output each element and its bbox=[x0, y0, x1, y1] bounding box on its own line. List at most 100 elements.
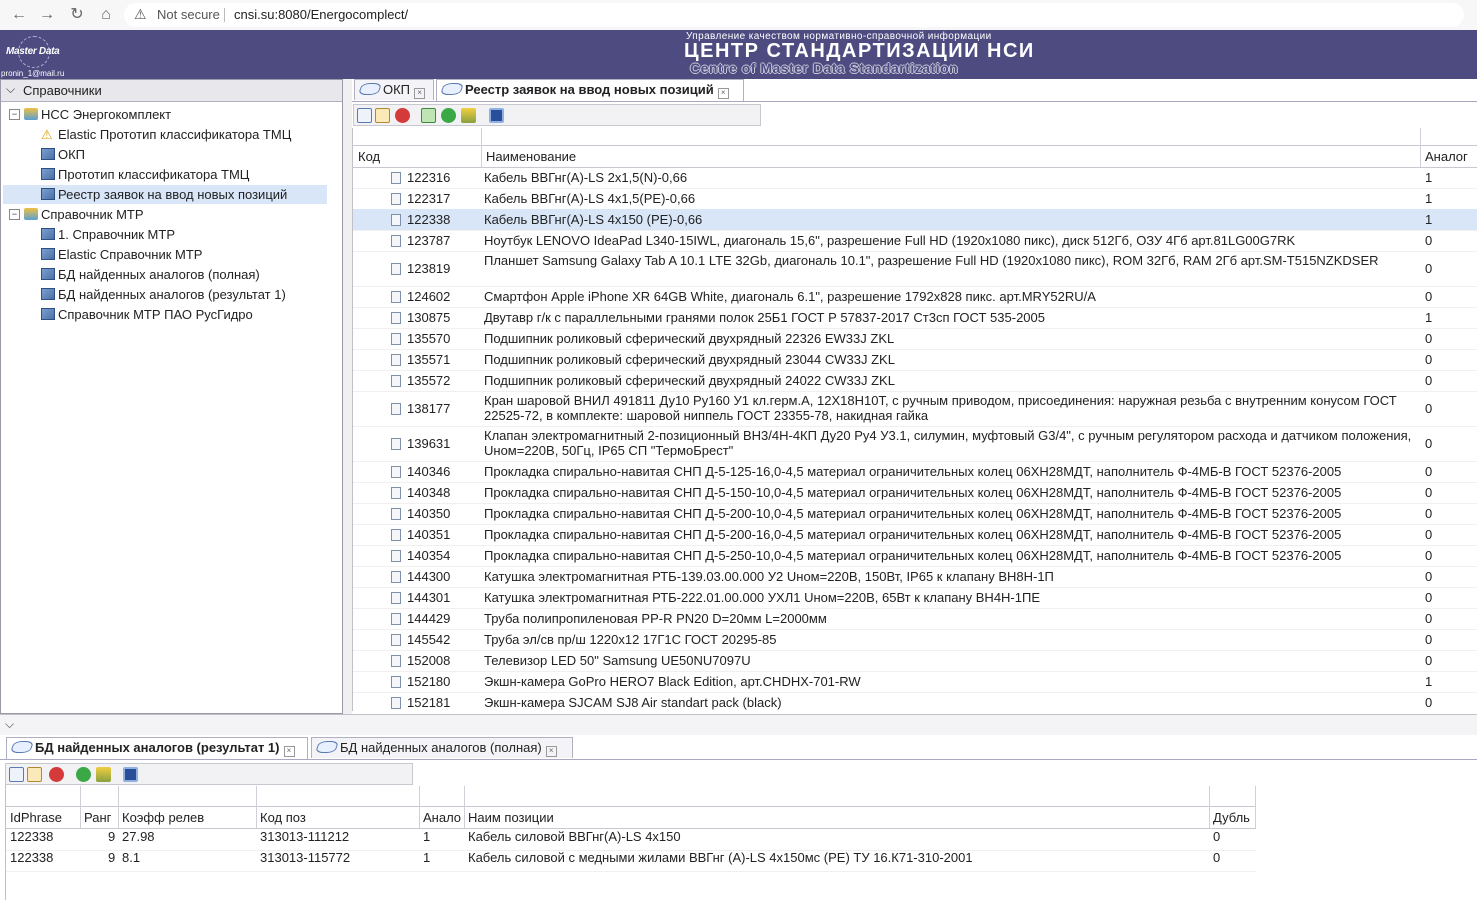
column-header-name[interactable]: Наименование bbox=[486, 149, 576, 164]
column-divider[interactable] bbox=[1420, 128, 1421, 167]
filter-icon[interactable] bbox=[96, 767, 111, 782]
table-row[interactable]: 135572 Подшипник роликовый сферический дв… bbox=[353, 370, 1477, 392]
tree-node-analogs-full[interactable]: БД найденных аналогов (полная) bbox=[41, 265, 260, 284]
export-icon[interactable] bbox=[421, 108, 436, 123]
column-divider[interactable] bbox=[118, 786, 119, 828]
table-row[interactable]: 123787 Ноутбук LENOVO IdeaPad L340-15IWL,… bbox=[353, 230, 1477, 252]
collapse-toggle-icon[interactable]: − bbox=[9, 109, 20, 120]
table-row[interactable]: 122338 9 27.98 313013-111212 1 Кабель си… bbox=[6, 829, 1256, 851]
tree-node-prototype[interactable]: Прототип классификатора ТМЦ bbox=[41, 165, 249, 184]
column-divider[interactable] bbox=[256, 786, 257, 828]
table-row[interactable]: 124602 Смартфон Apple iPhone XR 64GB Whit… bbox=[353, 286, 1477, 308]
column-divider[interactable] bbox=[464, 786, 465, 828]
add-record-icon[interactable] bbox=[357, 108, 372, 123]
table-row[interactable]: 123819 Планшет Samsung Galaxy Tab A 10.1 … bbox=[353, 251, 1477, 287]
vertical-splitter[interactable] bbox=[343, 79, 352, 714]
cell-code: 145542 bbox=[407, 632, 451, 647]
table-row[interactable]: 122338 9 8.1 313013-115772 1 Кабель сило… bbox=[6, 850, 1256, 872]
cell-name: Подшипник роликовый сферический двухрядн… bbox=[484, 331, 895, 346]
tab-analogs-result[interactable]: БД найденных аналогов (результат 1) × bbox=[6, 737, 308, 759]
edit-record-icon[interactable] bbox=[375, 108, 390, 123]
delete-record-icon[interactable] bbox=[49, 767, 64, 782]
table-row[interactable]: 139631 Клапан электромагнитный 2-позицион… bbox=[353, 426, 1477, 462]
column-divider[interactable] bbox=[1209, 786, 1210, 828]
table-row[interactable]: 152181 Экшн-камера SJCAM SJ8 Air standart… bbox=[353, 692, 1477, 711]
tree-node-elastic-prototype[interactable]: ⚠ Elastic Прототип классификатора ТМЦ bbox=[41, 125, 291, 144]
table-row[interactable]: 144429 Труба полипропиленовая PP-R PN20 D… bbox=[353, 608, 1477, 630]
table-row[interactable]: 122316 Кабель ВВГнг(А)-LS 2x1,5(N)-0,66 1 bbox=[353, 167, 1477, 189]
tab-label: БД найденных аналогов (полная) bbox=[340, 740, 542, 755]
collapse-toggle-icon[interactable]: − bbox=[9, 209, 20, 220]
tree-node-elastic-mtr[interactable]: Elastic Справочник МТР bbox=[41, 245, 202, 264]
table-row[interactable]: 122338 Кабель ВВГнг(А)-LS 4x150 (PE)-0,66… bbox=[353, 209, 1477, 231]
table-row[interactable]: 140346 Прокладка спирально-навитая СНП Д-… bbox=[353, 461, 1477, 483]
edit-record-icon[interactable] bbox=[27, 767, 42, 782]
tree-node-registry[interactable]: Реестр заявок на ввод новых позиций bbox=[3, 185, 327, 204]
close-icon[interactable]: × bbox=[717, 88, 729, 99]
table-icon bbox=[41, 228, 55, 240]
column-header-code[interactable]: Код поз bbox=[260, 810, 306, 825]
cell-name: Экшн-камера SJCAM SJ8 Air standart pack … bbox=[484, 695, 782, 710]
table-row[interactable]: 130875 Двутавр г/к с параллельными граням… bbox=[353, 307, 1477, 329]
column-divider[interactable] bbox=[1255, 786, 1256, 828]
tree-node-mtr-1[interactable]: 1. Справочник МТР bbox=[41, 225, 175, 244]
chevron-down-icon[interactable]: ⌵ bbox=[5, 717, 14, 732]
column-divider[interactable] bbox=[419, 786, 420, 828]
add-record-icon[interactable] bbox=[9, 767, 24, 782]
bottom-toolbar bbox=[5, 763, 413, 785]
column-header-dup[interactable]: Дубль bbox=[1213, 810, 1250, 825]
tree-node-okp[interactable]: ОКП bbox=[41, 145, 85, 164]
column-header-analog[interactable]: Анало bbox=[423, 810, 461, 825]
url-text[interactable]: cnsi.su:8080/Energocomplect/ bbox=[234, 7, 408, 22]
table-row[interactable]: 140354 Прокладка спирально-навитая СНП Д-… bbox=[353, 545, 1477, 567]
close-icon[interactable]: × bbox=[283, 746, 295, 757]
banner-title-en: Centre of Master Data Standartization bbox=[690, 60, 959, 76]
chevron-down-icon[interactable]: ⌵ bbox=[6, 82, 15, 97]
save-icon[interactable] bbox=[123, 767, 138, 782]
table-row[interactable]: 135571 Подшипник роликовый сферический дв… bbox=[353, 349, 1477, 371]
column-header-coef[interactable]: Коэфф релев bbox=[122, 810, 204, 825]
table-row[interactable]: 135570 Подшипник роликовый сферический дв… bbox=[353, 328, 1477, 350]
table-row[interactable]: 140351 Прокладка спирально-навитая СНП Д-… bbox=[353, 524, 1477, 546]
back-icon[interactable]: ← bbox=[8, 4, 30, 26]
delete-record-icon[interactable] bbox=[395, 108, 410, 123]
table-row[interactable]: 138177 Кран шаровой ВНИЛ 491811 Ду10 Ру16… bbox=[353, 391, 1477, 427]
tree-node-analogs-result[interactable]: БД найденных аналогов (результат 1) bbox=[41, 285, 286, 304]
table-row[interactable]: 140350 Прокладка спирально-навитая СНП Д-… bbox=[353, 503, 1477, 525]
reload-icon[interactable]: ↻ bbox=[66, 4, 88, 26]
column-divider[interactable] bbox=[481, 128, 482, 167]
close-icon[interactable]: × bbox=[414, 88, 426, 99]
logo-title: Master Data bbox=[6, 46, 60, 57]
cell-code: 122338 bbox=[407, 212, 451, 227]
tab-registry[interactable]: Реестр заявок на ввод новых позиций × bbox=[436, 79, 744, 101]
tree-node-rushydro[interactable]: Справочник МТР ПАО РусГидро bbox=[41, 305, 253, 324]
cell-code: 144429 bbox=[407, 611, 451, 626]
table-row[interactable]: 145542 Труба эл/св пр/ш 1220x12 17Г1С ГОС… bbox=[353, 629, 1477, 651]
column-header-rank[interactable]: Ранг bbox=[84, 810, 111, 825]
filter-icon[interactable] bbox=[461, 108, 476, 123]
table-row[interactable]: 144301 Катушка электромагнитная РТБ-222.0… bbox=[353, 587, 1477, 609]
tab-analogs-full[interactable]: БД найденных аналогов (полная) × bbox=[311, 737, 573, 758]
refresh-icon[interactable] bbox=[441, 108, 456, 123]
tab-okp[interactable]: ОКП × bbox=[354, 79, 434, 100]
column-header-analog[interactable]: Аналог bbox=[1425, 149, 1468, 164]
table-row[interactable]: 152180 Экшн-камера GoPro HERO7 Black Edit… bbox=[353, 671, 1477, 693]
address-bar[interactable]: ⚠ Not secure cnsi.su:8080/Energocomplect… bbox=[124, 3, 1464, 27]
save-icon[interactable] bbox=[489, 108, 504, 123]
table-row[interactable]: 144300 Катушка электромагнитная РТБ-139.0… bbox=[353, 566, 1477, 588]
close-icon[interactable]: × bbox=[545, 746, 557, 757]
table-row[interactable]: 140348 Прокладка спирально-навитая СНП Д-… bbox=[353, 482, 1477, 504]
column-header-idphrase[interactable]: IdPhrase bbox=[10, 810, 62, 825]
column-header-code[interactable]: Код bbox=[358, 149, 380, 164]
main-toolbar bbox=[353, 104, 761, 126]
forward-icon[interactable]: → bbox=[36, 4, 58, 26]
tab-label: БД найденных аналогов (результат 1) bbox=[35, 740, 280, 755]
panel-header[interactable]: ⌵ Справочники bbox=[1, 80, 342, 102]
column-divider[interactable] bbox=[80, 786, 81, 828]
table-row[interactable]: 122317 Кабель ВВГнг(А)-LS 4x1,5(PE)-0,66 1 bbox=[353, 188, 1477, 210]
home-icon[interactable]: ⌂ bbox=[95, 4, 117, 26]
table-row[interactable]: 152008 Телевизор LED 50" Samsung UE50NU70… bbox=[353, 650, 1477, 672]
horizontal-splitter[interactable]: ⌵ bbox=[0, 714, 1477, 735]
column-header-name[interactable]: Наим позиции bbox=[468, 810, 554, 825]
refresh-icon[interactable] bbox=[76, 767, 91, 782]
